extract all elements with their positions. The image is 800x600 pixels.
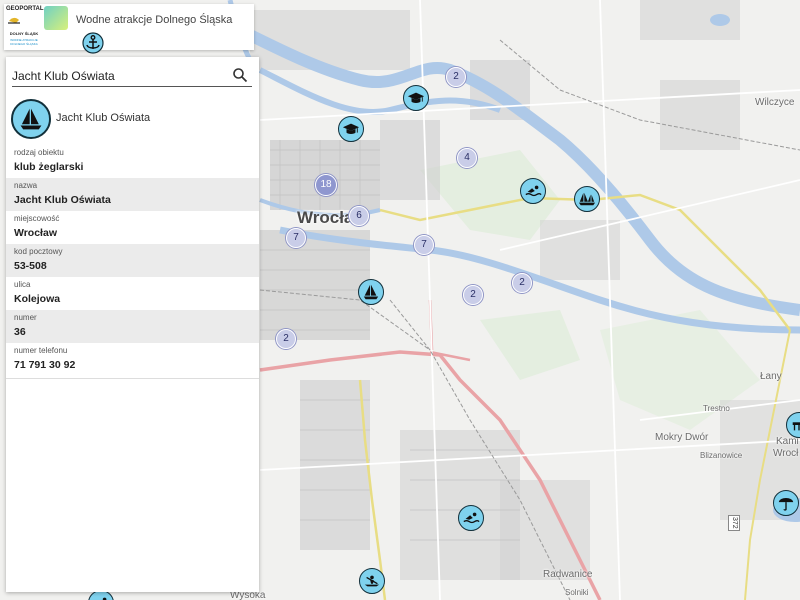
search-box	[12, 65, 252, 87]
cluster-marker[interactable]: 7	[286, 228, 306, 248]
divider	[6, 378, 259, 379]
attribute-value: 53-508	[14, 260, 47, 272]
attribute-value: Kolejowa	[14, 293, 61, 305]
cluster-marker[interactable]: 2	[276, 329, 296, 349]
swimmer-icon[interactable]	[458, 505, 484, 531]
logo-caption: WODNE ATRAKCJE DOLNEGO ŚLĄSKA	[10, 38, 38, 46]
place-label: Radwanice	[543, 569, 593, 580]
kayak-icon[interactable]	[359, 568, 385, 594]
attribute-key: numer telefonu	[14, 346, 68, 355]
sailboat-icon[interactable]	[358, 279, 384, 305]
logo-eagle-icon	[8, 17, 20, 24]
anchor-icon[interactable]	[81, 32, 105, 54]
sailboats-icon[interactable]	[574, 186, 600, 212]
cluster-marker[interactable]: 18	[315, 174, 337, 196]
cluster-marker[interactable]: 4	[457, 148, 477, 168]
attribute-row: kod pocztowy 53-508	[6, 244, 259, 277]
attribute-list: rodzaj obiektu klub żeglarski nazwa Jach…	[6, 145, 259, 376]
graduation-cap-icon[interactable]	[338, 116, 364, 142]
attribute-key: miejscowość	[14, 214, 60, 223]
place-label: Łany	[760, 371, 782, 382]
app-header: GEOPORTAL DOLNY ŚLĄSK WODNE ATRAKCJE DOL…	[4, 4, 254, 50]
attribute-row: miejscowość Wrocław	[6, 211, 259, 244]
cluster-marker[interactable]: 7	[414, 235, 434, 255]
place-label: Mokry Dwór	[655, 432, 709, 443]
attribute-key: kod pocztowy	[14, 247, 63, 256]
cluster-marker[interactable]: 2	[512, 273, 532, 293]
result-title: Jacht Klub Oświata	[56, 112, 151, 124]
road-number-shield: 372	[728, 515, 740, 531]
swimmer-icon[interactable]	[520, 178, 546, 204]
attribute-value: Jacht Klub Oświata	[14, 194, 111, 206]
attribute-row: numer 36	[6, 310, 259, 343]
attribute-row: nazwa Jacht Klub Oświata	[6, 178, 259, 211]
attribute-key: ulica	[14, 280, 31, 289]
logo-title: GEOPORTAL	[6, 6, 44, 12]
cluster-marker[interactable]: 6	[349, 206, 369, 226]
place-label: Wilczyce	[755, 97, 795, 108]
sailboat-icon	[11, 99, 51, 139]
app-logo	[44, 6, 68, 30]
result-header: Jacht Klub Oświata	[11, 99, 254, 139]
attribute-key: nazwa	[14, 181, 38, 190]
place-label: Solniki	[565, 588, 589, 597]
search-icon[interactable]	[232, 67, 248, 83]
attribute-value: klub żeglarski	[14, 161, 84, 173]
app-title: Wodne atrakcje Dolnego Śląska	[76, 14, 233, 26]
attribute-row: numer telefonu 71 791 30 92	[6, 343, 259, 376]
place-label: Trestno	[703, 404, 730, 413]
place-label: Wrocł	[773, 448, 799, 459]
cluster-marker[interactable]: 2	[446, 67, 466, 87]
graduation-cap-icon[interactable]	[403, 85, 429, 111]
logo-subtitle: DOLNY ŚLĄSK	[9, 31, 39, 36]
attribute-row: ulica Kolejowa	[6, 277, 259, 310]
attribute-value: Wrocław	[14, 227, 57, 239]
info-panel: Jacht Klub Oświata rodzaj obiektu klub ż…	[6, 57, 259, 592]
umbrella-icon[interactable]	[773, 490, 799, 516]
city-label: Wrocła	[297, 208, 354, 227]
place-label: Blizanowice	[700, 451, 743, 460]
attribute-row: rodzaj obiektu klub żeglarski	[6, 145, 259, 178]
attribute-key: rodzaj obiektu	[14, 148, 64, 157]
cluster-marker[interactable]: 2	[463, 285, 483, 305]
search-input[interactable]	[12, 67, 227, 85]
attribute-value: 71 791 30 92	[14, 359, 76, 371]
attribute-value: 36	[14, 326, 26, 338]
geoportal-logo[interactable]: GEOPORTAL DOLNY ŚLĄSK WODNE ATRAKCJE DOL…	[6, 6, 44, 48]
attribute-key: numer	[14, 313, 37, 322]
